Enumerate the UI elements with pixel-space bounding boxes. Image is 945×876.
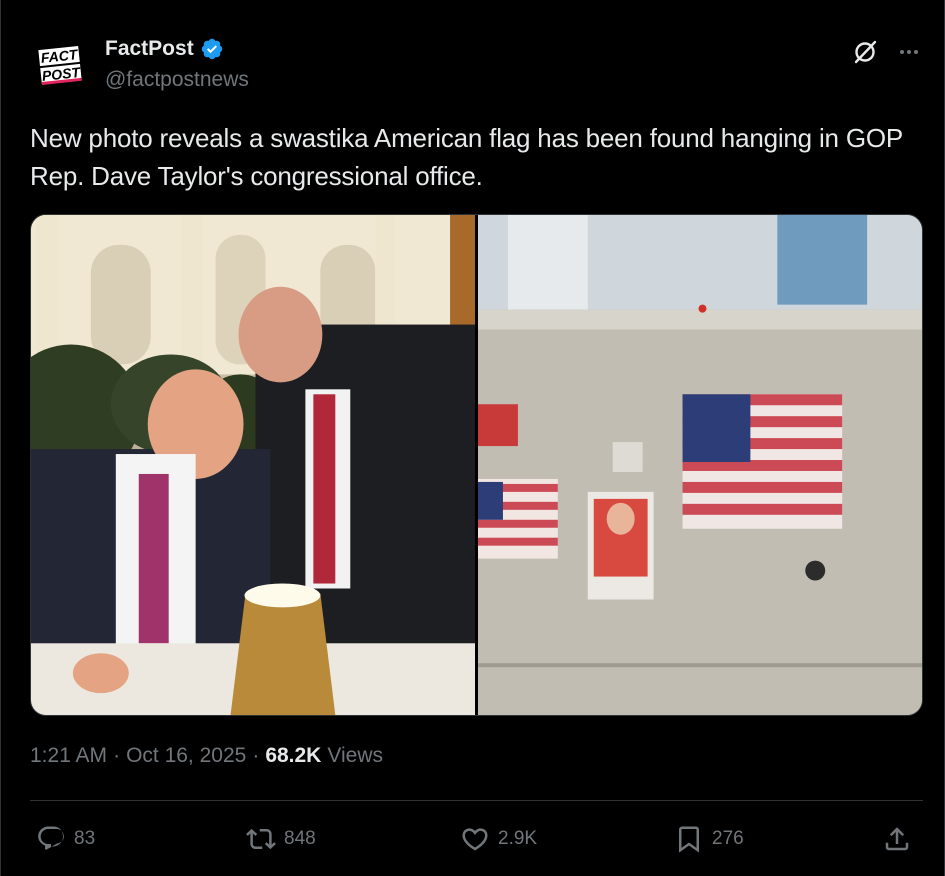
tweet-card: FACT POST FactPost @factpostnews New pho… <box>0 0 945 876</box>
bookmark-icon <box>679 826 699 853</box>
repost-icon <box>246 828 276 850</box>
share-icon <box>885 827 909 851</box>
office-wall-photo <box>478 215 922 715</box>
more-button[interactable] <box>891 34 927 70</box>
divider <box>30 800 923 801</box>
verified-badge-icon[interactable] <box>200 37 224 61</box>
author-handle[interactable]: @factpostnews <box>105 68 249 92</box>
share-button[interactable] <box>882 816 912 862</box>
like-button[interactable]: 2.9K <box>460 816 537 862</box>
reply-button[interactable]: 83 <box>36 816 95 862</box>
repost-button[interactable]: 848 <box>246 816 316 862</box>
meta-separator-2: · <box>252 744 260 767</box>
repost-count: 848 <box>284 828 316 849</box>
bookmark-button[interactable]: 276 <box>674 816 744 862</box>
bookmark-count: 276 <box>712 828 744 849</box>
factpost-logo: FACT POST <box>31 36 89 94</box>
action-bar: 83 848 2.9K 276 <box>30 816 923 862</box>
tweet-time[interactable]: 1:21 AM <box>30 744 107 768</box>
like-icon <box>462 828 488 851</box>
meta-separator: · <box>113 744 121 767</box>
grok-icon <box>854 40 877 64</box>
photo-right[interactable] <box>478 215 922 715</box>
reply-icon <box>38 826 64 850</box>
grok-button[interactable] <box>847 34 883 70</box>
views-label: Views <box>327 744 383 767</box>
tweet-meta: 1:21 AM · Oct 16, 2025 · 68.2K Views <box>30 744 383 768</box>
tweet-text: New photo reveals a swastika American fl… <box>30 123 903 191</box>
photo-left[interactable] <box>31 215 475 715</box>
white-house-photo <box>31 215 475 715</box>
tweet-date[interactable]: Oct 16, 2025 <box>126 744 246 768</box>
views-count: 68.2K <box>265 744 322 767</box>
media-grid <box>30 214 923 716</box>
display-name[interactable]: FactPost <box>105 37 194 61</box>
like-count: 2.9K <box>498 828 538 849</box>
reply-count: 83 <box>74 828 96 849</box>
avatar[interactable]: FACT POST <box>31 36 89 94</box>
large-flag-graphic <box>682 394 843 529</box>
author-name-row: FactPost <box>105 34 224 64</box>
more-icon <box>900 50 918 54</box>
